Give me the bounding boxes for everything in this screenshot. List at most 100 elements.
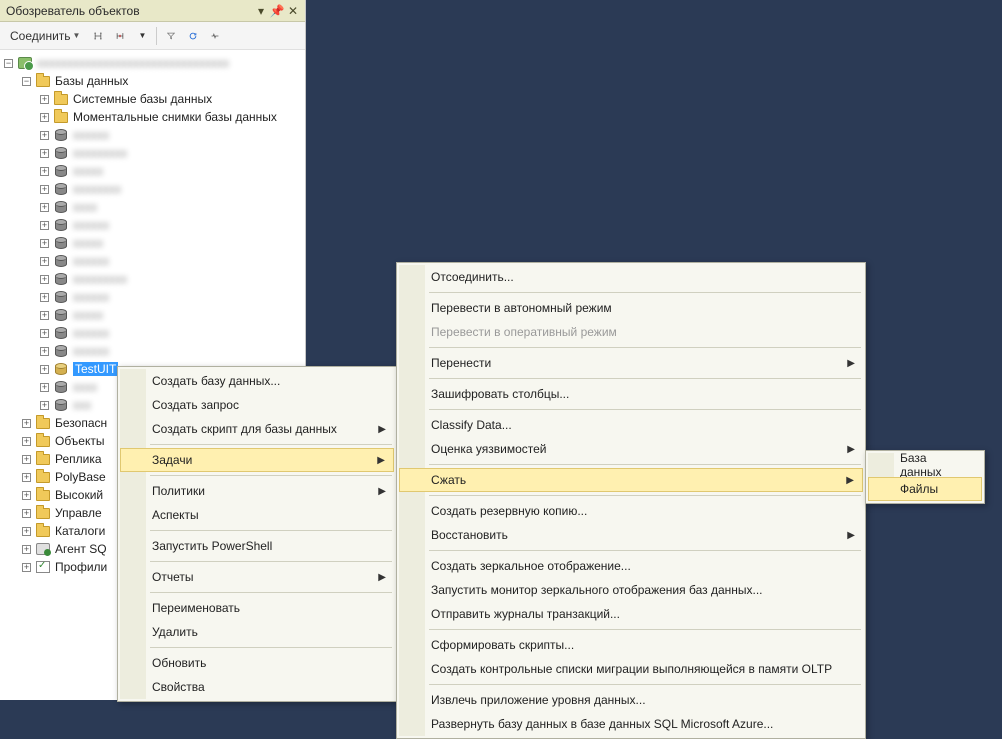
menu-shrink-database[interactable]: База данных [868,453,982,477]
menu-refresh[interactable]: Обновить [120,651,394,675]
menu-separator [150,647,392,648]
expand-icon[interactable]: + [22,455,31,464]
database-label: xxxxx [73,236,103,250]
menu-inmemory-oltp[interactable]: Создать контрольные списки миграции выпо… [399,657,863,681]
menu-shrink-files[interactable]: Файлы [868,477,982,501]
server-icon [17,56,33,70]
expand-icon[interactable]: + [40,149,49,158]
database-node[interactable]: + xxxxxx [0,288,305,306]
window-position-icon[interactable]: ▾ [255,5,267,17]
expand-icon[interactable]: + [22,491,31,500]
database-node[interactable]: + xxxxxx [0,126,305,144]
expand-icon[interactable]: + [22,473,31,482]
database-label: xxxxxx [73,290,109,304]
database-node[interactable]: +xxxxxx [0,342,305,360]
expand-icon[interactable]: + [22,437,31,446]
menu-deploy-azure[interactable]: Развернуть базу данных в базе данных SQL… [399,712,863,736]
folder-icon [35,452,51,466]
menu-backup[interactable]: Создать резервную копию... [399,499,863,523]
connect-icon[interactable] [90,28,106,44]
menu-facets[interactable]: Аспекты [120,503,394,527]
refresh-icon[interactable] [185,28,201,44]
pin-icon[interactable]: 📌 [271,5,283,17]
expand-icon[interactable]: + [40,221,49,230]
close-icon[interactable]: ✕ [287,5,299,17]
database-node[interactable]: +xxxx [0,198,305,216]
database-node[interactable]: +xxxxxx [0,324,305,342]
database-node[interactable]: +xxxxxx [0,252,305,270]
database-icon [53,128,69,142]
menu-policies[interactable]: Политики▶ [120,479,394,503]
expand-icon[interactable]: + [40,275,49,284]
expand-icon[interactable]: + [22,545,31,554]
database-node[interactable]: +xxxxxxxx [0,180,305,198]
expand-icon[interactable]: + [40,347,49,356]
expand-icon[interactable]: + [22,563,31,572]
menu-new-query[interactable]: Создать запрос [120,393,394,417]
snapshots-node[interactable]: + Моментальные снимки базы данных [0,108,305,126]
menu-ship-logs[interactable]: Отправить журналы транзакций... [399,602,863,626]
menu-extract-dacpac[interactable]: Извлечь приложение уровня данных... [399,688,863,712]
menu-delete[interactable]: Удалить [120,620,394,644]
menu-mirror[interactable]: Создать зеркальное отображение... [399,554,863,578]
menu-generate-scripts[interactable]: Сформировать скрипты... [399,633,863,657]
disconnect-dropdown-icon[interactable]: ▼ [134,29,150,42]
database-node[interactable]: +xxxxx [0,306,305,324]
menu-take-offline[interactable]: Перевести в автономный режим [399,296,863,320]
menu-tasks[interactable]: Задачи▶ [120,448,394,472]
activity-icon[interactable] [207,28,223,44]
folder-icon [35,488,51,502]
serverobj-label: Объекты [55,434,105,448]
database-node[interactable]: + xxxxx [0,234,305,252]
connect-button[interactable]: Соединить ▼ [6,27,84,45]
system-databases-node[interactable]: + Системные базы данных [0,90,305,108]
menu-restore[interactable]: Восстановить▶ [399,523,863,547]
menu-detach[interactable]: Отсоединить... [399,265,863,289]
panel-header: Обозреватель объектов ▾ 📌 ✕ [0,0,305,22]
expand-icon[interactable]: + [22,527,31,536]
menu-separator [150,530,392,531]
expand-icon[interactable]: + [22,419,31,428]
server-node[interactable]: − xxxxxxxxxxxxxxxxxxxxxxxxxxxxxxxx [0,54,305,72]
databases-node[interactable]: − Базы данных [0,72,305,90]
menu-classify-data[interactable]: Classify Data... [399,413,863,437]
database-node[interactable]: +xxxxx [0,162,305,180]
expand-icon[interactable]: + [22,509,31,518]
disconnect-icon[interactable] [112,28,128,44]
database-label: xxxxxx [73,128,109,142]
expand-icon[interactable]: + [40,293,49,302]
expand-icon[interactable]: + [40,383,49,392]
database-icon [53,272,69,286]
expand-icon[interactable]: + [40,401,49,410]
expand-icon[interactable]: + [40,203,49,212]
menu-stretch[interactable]: Перенести▶ [399,351,863,375]
database-node[interactable]: +xxxxxxxxx [0,144,305,162]
expand-icon[interactable]: + [40,329,49,338]
database-icon [53,308,69,322]
database-node[interactable]: +xxxxxxxxx [0,270,305,288]
database-node[interactable]: +xxxxxx [0,216,305,234]
expand-icon[interactable]: + [40,257,49,266]
expand-icon[interactable]: + [40,167,49,176]
menu-powershell[interactable]: Запустить PowerShell [120,534,394,558]
expand-icon[interactable]: + [40,365,49,374]
expand-icon[interactable]: + [40,131,49,140]
collapse-icon[interactable]: − [22,77,31,86]
menu-mirror-monitor[interactable]: Запустить монитор зеркального отображени… [399,578,863,602]
menu-separator [429,550,861,551]
menu-properties[interactable]: Свойства [120,675,394,699]
menu-rename[interactable]: Переименовать [120,596,394,620]
menu-vulnerability-assessment[interactable]: Оценка уязвимостей▶ [399,437,863,461]
menu-shrink[interactable]: Сжать▶ [399,468,863,492]
expand-icon[interactable]: + [40,239,49,248]
expand-icon[interactable]: + [40,95,49,104]
expand-icon[interactable]: + [40,311,49,320]
filter-icon[interactable] [163,28,179,44]
expand-icon[interactable]: + [40,113,49,122]
menu-new-database[interactable]: Создать базу данных... [120,369,394,393]
menu-encrypt-columns[interactable]: Зашифровать столбцы... [399,382,863,406]
expand-icon[interactable]: + [40,185,49,194]
menu-reports[interactable]: Отчеты▶ [120,565,394,589]
menu-script-database[interactable]: Создать скрипт для базы данных▶ [120,417,394,441]
collapse-icon[interactable]: − [4,59,13,68]
